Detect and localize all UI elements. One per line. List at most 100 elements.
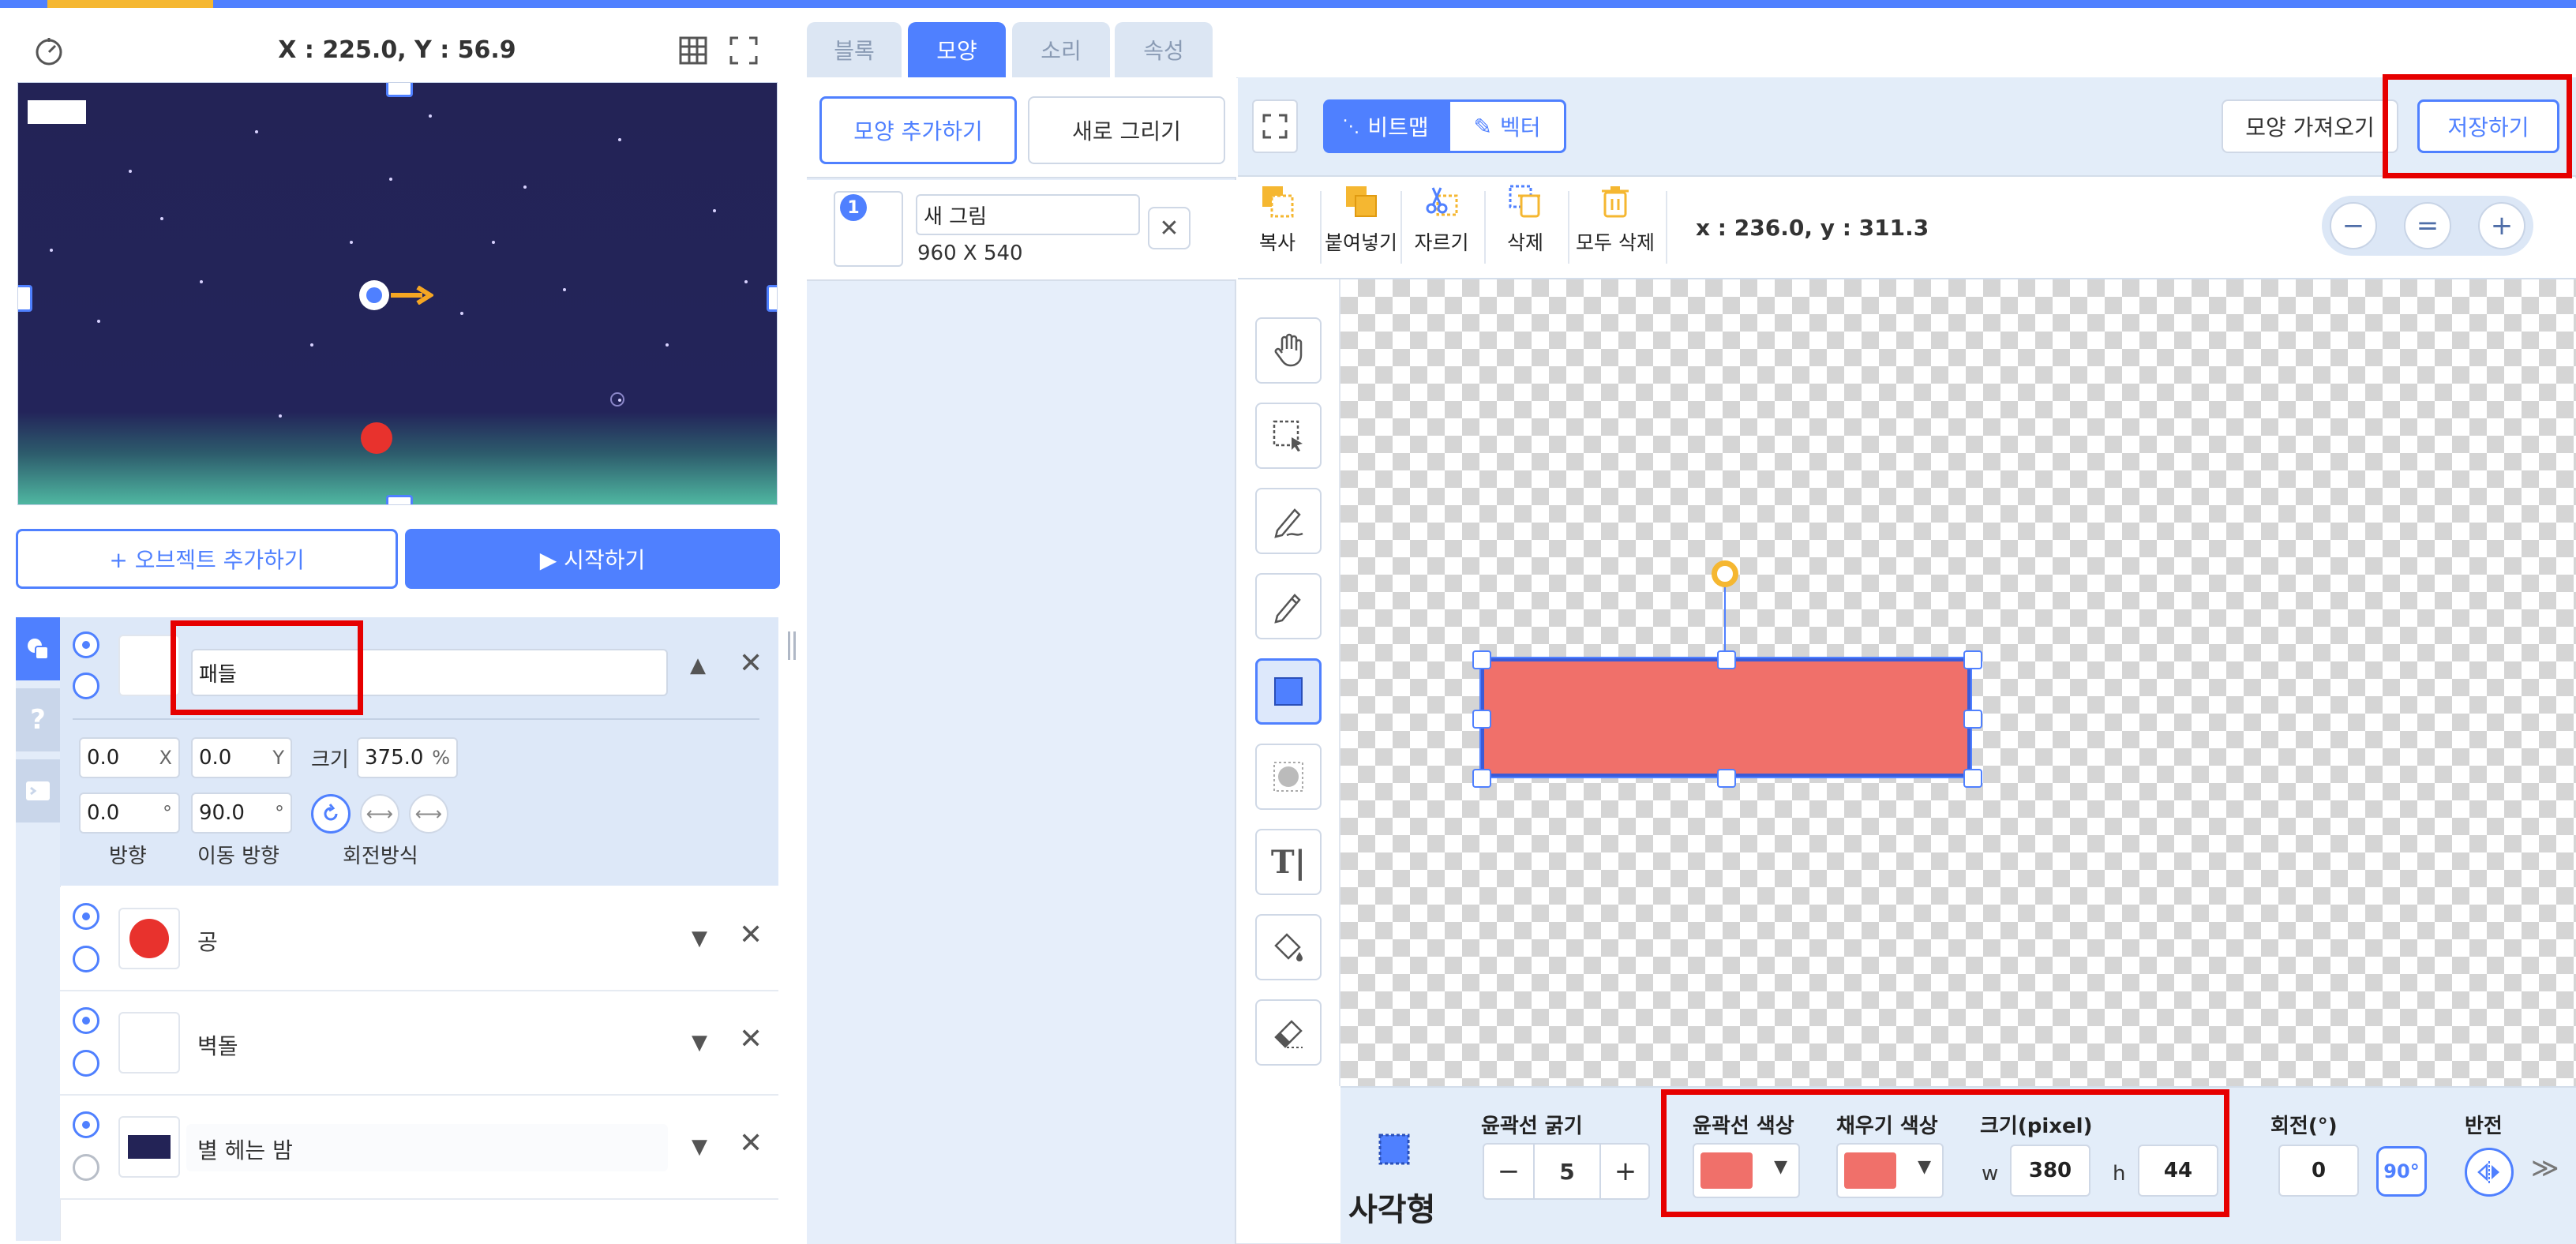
tab-help[interactable]: ? — [16, 688, 60, 751]
stage-handle-bottom[interactable] — [386, 495, 413, 504]
stroke-width-decrement[interactable]: − — [1484, 1145, 1533, 1198]
resize-handle-br[interactable] — [1963, 769, 1982, 788]
stage-handle-left[interactable] — [18, 285, 32, 312]
copy-icon — [1262, 186, 1294, 218]
rotate-free-icon[interactable] — [311, 794, 351, 834]
expand-down-icon[interactable]: ▼ — [692, 927, 707, 950]
hand-tool[interactable] — [1255, 317, 1322, 384]
resize-handle-b[interactable] — [1717, 769, 1736, 788]
pencil-tool[interactable] — [1255, 573, 1322, 639]
tab-blocks[interactable]: 블록 — [807, 22, 902, 77]
rotation-field[interactable]: 0 — [2278, 1145, 2359, 1197]
resize-handle-t[interactable] — [1717, 650, 1736, 669]
vector-mode-button[interactable]: ✎ 벡터 — [1448, 99, 1566, 153]
new-drawing-button[interactable]: 새로 그리기 — [1028, 96, 1225, 164]
grid-icon[interactable] — [676, 33, 711, 68]
center-point-handle[interactable] — [359, 280, 389, 310]
costume-name-field[interactable]: 새 그림 — [916, 194, 1140, 235]
resize-handle-tl[interactable] — [1472, 650, 1491, 669]
stage-handle-right[interactable] — [767, 285, 777, 312]
stroke-width-stepper[interactable]: − 5 + — [1483, 1143, 1650, 1200]
lock-icon[interactable] — [73, 673, 99, 699]
drawing-tools: T| — [1238, 279, 1340, 1086]
ellipse-tool[interactable] — [1255, 744, 1322, 810]
eye-icon[interactable] — [73, 1007, 99, 1034]
resize-handle-bl[interactable] — [1472, 769, 1491, 788]
costume-size: 960 X 540 — [917, 242, 1023, 265]
rotate-none-icon[interactable]: ⟷ — [409, 794, 448, 834]
tab-objects[interactable] — [16, 617, 60, 680]
resize-handle-tr[interactable] — [1963, 650, 1982, 669]
stroke-width-value[interactable]: 5 — [1533, 1145, 1601, 1198]
lock-icon[interactable] — [73, 1154, 99, 1181]
object-row-brick[interactable]: 벽돌 ▼ ✕ — [60, 991, 778, 1096]
pen-tool[interactable] — [1255, 488, 1322, 554]
stage-handle-top[interactable] — [386, 83, 413, 97]
object-row-background[interactable]: 별 헤는 밤 ▼ ✕ — [60, 1096, 778, 1200]
zoom-in-button[interactable]: + — [2478, 202, 2525, 249]
eye-icon[interactable] — [73, 631, 99, 658]
paste-button[interactable]: 붙여넣기 — [1322, 185, 1400, 256]
start-button[interactable]: ▶ 시작하기 — [405, 529, 780, 589]
stroke-width-increment[interactable]: + — [1601, 1145, 1650, 1198]
flip-horizontal-button[interactable] — [2465, 1148, 2514, 1197]
lock-icon[interactable] — [73, 946, 99, 972]
rotate-90-button[interactable]: 90° — [2376, 1146, 2427, 1197]
expand-down-icon[interactable]: ▼ — [692, 1031, 707, 1055]
rectangle-tool[interactable] — [1255, 658, 1322, 725]
expand-down-icon[interactable]: ▼ — [692, 1135, 707, 1159]
fullscreen-icon[interactable] — [726, 33, 761, 68]
eraser-tool[interactable] — [1255, 999, 1322, 1066]
tab-sounds[interactable]: 소리 — [1012, 22, 1110, 77]
stage-canvas[interactable] — [17, 82, 778, 505]
panel-resize-handle[interactable] — [786, 631, 797, 660]
delete-object-button[interactable]: ✕ — [739, 1023, 763, 1055]
fill-tool[interactable] — [1255, 914, 1322, 980]
x-field[interactable]: 0.0 X — [79, 737, 180, 778]
pen-icon — [1274, 508, 1303, 538]
lock-icon[interactable] — [73, 1050, 99, 1077]
ball-sprite[interactable] — [361, 422, 392, 454]
direction-field[interactable]: 0.0 ° — [79, 792, 180, 834]
tab-console[interactable] — [16, 759, 60, 822]
paddle-sprite[interactable] — [28, 100, 86, 124]
delete-costume-button[interactable]: ✕ — [1148, 207, 1191, 249]
costume-item[interactable]: 1 새 그림 960 X 540 ✕ — [807, 180, 1236, 281]
import-shape-button[interactable]: 모양 가져오기 — [2222, 99, 2398, 153]
rotate-horizontal-icon[interactable]: ⟷ — [360, 794, 399, 834]
copy-button[interactable]: 복사 — [1238, 185, 1317, 256]
tab-shapes[interactable]: 모양 — [908, 22, 1006, 77]
y-field[interactable]: 0.0 Y — [191, 737, 292, 778]
resize-handle-l[interactable] — [1472, 710, 1491, 729]
tab-properties[interactable]: 속성 — [1115, 22, 1213, 77]
zoom-out-button[interactable]: − — [2330, 202, 2377, 249]
bitmap-mode-button[interactable]: ⋱ 비트맵 — [1323, 99, 1448, 153]
eye-icon[interactable] — [73, 903, 99, 930]
delete-button[interactable]: 삭제 — [1486, 185, 1565, 256]
add-object-button[interactable]: + 오브젝트 추가하기 — [16, 529, 398, 589]
rotation-handle[interactable] — [1712, 560, 1738, 587]
add-costume-button[interactable]: 모양 추가하기 — [819, 96, 1017, 164]
delete-all-button[interactable]: 모두 삭제 — [1569, 185, 1661, 256]
delete-object-button[interactable]: ✕ — [739, 647, 763, 680]
expand-icon[interactable] — [1252, 99, 1298, 153]
cut-button[interactable]: 자르기 — [1402, 185, 1481, 256]
direction-arrow-icon[interactable] — [391, 285, 435, 305]
resize-handle-r[interactable] — [1963, 710, 1982, 729]
move-direction-field[interactable]: 90.0 ° — [191, 792, 292, 834]
divider — [73, 718, 759, 720]
eye-icon[interactable] — [73, 1111, 99, 1138]
select-tool[interactable] — [1255, 403, 1322, 469]
selected-object-card[interactable]: 패들 ▲ ✕ 0.0 X 0.0 Y 크기 375.0% 0.0 ° 90.0 ° ⟷ … — [60, 617, 778, 886]
delete-object-button[interactable]: ✕ — [739, 919, 763, 951]
size-field[interactable]: 375.0% — [357, 737, 458, 778]
text-tool[interactable]: T| — [1255, 829, 1322, 895]
zoom-reset-button[interactable]: = — [2404, 202, 2451, 249]
flip-label: 반전 — [2465, 1115, 2503, 1138]
collapse-up-icon[interactable]: ▲ — [690, 654, 706, 677]
delete-object-button[interactable]: ✕ — [739, 1127, 763, 1160]
object-name: 별 헤는 밤 — [197, 1137, 293, 1163]
more-options-icon[interactable]: ≫ — [2531, 1152, 2559, 1184]
object-row-ball[interactable]: 공 ▼ ✕ — [60, 887, 778, 991]
drawing-canvas[interactable] — [1340, 279, 2576, 1086]
